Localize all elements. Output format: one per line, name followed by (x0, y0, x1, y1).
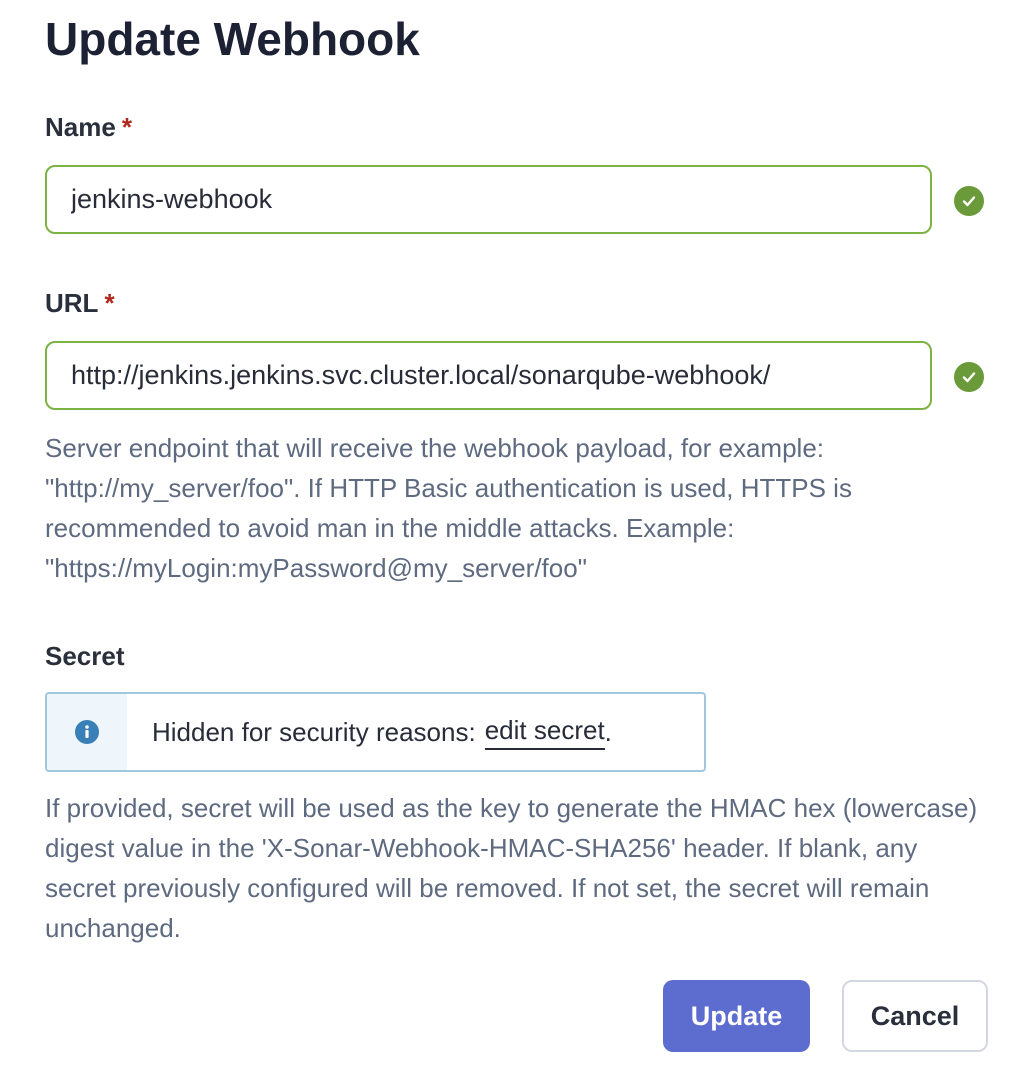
url-help-text: Server endpoint that will receive the we… (45, 433, 852, 583)
update-button[interactable]: Update (663, 980, 810, 1052)
secret-hidden-message: Hidden for security reasons: (152, 716, 476, 747)
update-webhook-dialog: Update Webhook Name* URL* Server endpoin… (0, 0, 1026, 1080)
secret-notice-icon-cell (47, 694, 127, 770)
name-label: Name * (45, 112, 132, 143)
secret-notice-text: Hidden for security reasons: edit secret. (127, 694, 612, 770)
check-circle-icon (954, 362, 984, 392)
check-circle-icon (954, 186, 984, 216)
edit-secret-link[interactable]: edit secret (484, 715, 605, 750)
secret-notice: Hidden for security reasons: edit secret. (45, 692, 706, 772)
required-marker: * (104, 288, 115, 318)
url-label-text: URL (45, 288, 99, 318)
secret-help-text: If provided, secret will be used as the … (45, 793, 978, 943)
page-title: Update Webhook (45, 13, 420, 65)
url-input[interactable] (45, 341, 932, 410)
info-circle-icon (75, 720, 99, 744)
secret-notice-suffix: . (604, 716, 612, 747)
name-input[interactable] (45, 165, 932, 234)
url-label: URL * (45, 288, 115, 319)
required-marker: * (121, 112, 132, 142)
secret-label: Secret (45, 641, 125, 671)
cancel-button[interactable]: Cancel (842, 980, 988, 1052)
name-label-text: Name (45, 112, 116, 142)
